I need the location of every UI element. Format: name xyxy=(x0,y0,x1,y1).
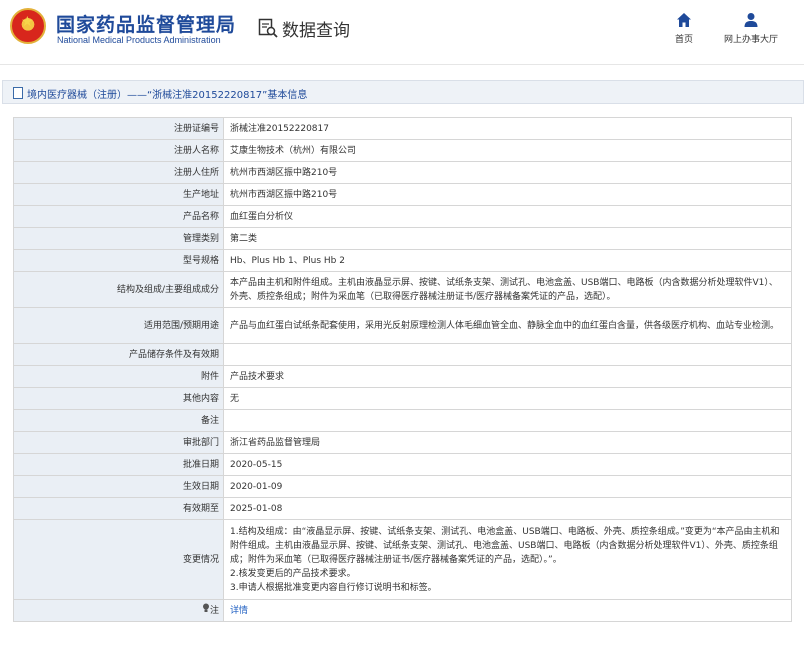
table-row: 注册证编号 浙械注准20152220817 xyxy=(13,117,792,140)
nav-home[interactable]: 首页 xyxy=(654,12,714,45)
field-value: 浙江省药品监督管理局 xyxy=(223,431,792,454)
note-value-cell: 详情 xyxy=(223,599,792,622)
table-row: 有效期至 2025-01-08 xyxy=(13,497,792,520)
field-value xyxy=(223,343,792,366)
field-label: 注册证编号 xyxy=(13,117,224,140)
field-label: 结构及组成/主要组成成分 xyxy=(13,271,224,308)
field-value: 2025-01-08 xyxy=(223,497,792,520)
field-value: 浙械注准20152220817 xyxy=(223,117,792,140)
table-row: 备注 xyxy=(13,409,792,432)
table-row: 产品储存条件及有效期 xyxy=(13,343,792,366)
table-row: 审批部门 浙江省药品监督管理局 xyxy=(13,431,792,454)
field-label: 注册人住所 xyxy=(13,161,224,184)
field-value: 产品与血红蛋白试纸条配套使用，采用光反射原理检测人体毛细血管全血、静脉全血中的血… xyxy=(223,307,792,344)
table-row: 结构及组成/主要组成成分 本产品由主机和附件组成。主机由液晶显示屏、按键、试纸条支… xyxy=(13,271,792,308)
field-value: 血红蛋白分析仪 xyxy=(223,205,792,228)
table-row: 生效日期 2020-01-09 xyxy=(13,475,792,498)
nav-online-hall[interactable]: 网上办事大厅 xyxy=(721,12,781,45)
user-icon xyxy=(743,12,759,28)
field-label: 其他内容 xyxy=(13,387,224,410)
field-label: 型号规格 xyxy=(13,249,224,272)
table-row: 其他内容无 xyxy=(13,387,792,410)
field-value: 2020-05-15 xyxy=(223,453,792,476)
record-title: 境内医疗器械（注册）——“浙械注准20152220817”基本信息 xyxy=(27,90,308,101)
document-search-icon xyxy=(258,18,278,38)
field-value: 杭州市西湖区振中路210号 xyxy=(223,183,792,206)
field-value: 产品技术要求 xyxy=(223,365,792,388)
table-row: 产品名称 血红蛋白分析仪 xyxy=(13,205,792,228)
field-value: 2020-01-09 xyxy=(223,475,792,498)
table-row: 生产地址 杭州市西湖区振中路210号 xyxy=(13,183,792,206)
table-row: 管理类别 第二类 xyxy=(13,227,792,250)
details-link[interactable]: 详情 xyxy=(230,606,248,616)
field-label: 备注 xyxy=(13,409,224,432)
field-label: 生产地址 xyxy=(13,183,224,206)
field-value: 第二类 xyxy=(223,227,792,250)
field-value: 无 xyxy=(223,387,792,410)
table-row-change: 变更情况 1.结构及组成：由“液晶显示屏、按键、试纸条支架、测试孔、电池盒盖、U… xyxy=(13,519,792,600)
data-query-heading: 数据查询 xyxy=(258,16,350,41)
table-row: 注册人名称 艾康生物技术（杭州）有限公司 xyxy=(13,139,792,162)
document-icon xyxy=(13,87,23,99)
field-label: 适用范围/预期用途 xyxy=(13,307,224,344)
site-name-en[interactable]: National Medical Products Administration xyxy=(57,35,221,45)
field-value: 艾康生物技术（杭州）有限公司 xyxy=(223,139,792,162)
table-row: 注册人住所 杭州市西湖区振中路210号 xyxy=(13,161,792,184)
table-row-note: 注 详情 xyxy=(13,599,792,622)
field-value: 杭州市西湖区振中路210号 xyxy=(223,161,792,184)
field-label: 产品储存条件及有效期 xyxy=(13,343,224,366)
field-label: 管理类别 xyxy=(13,227,224,250)
field-value: 本产品由主机和附件组成。主机由液晶显示屏、按键、试纸条支架、测试孔、电池盒盖、U… xyxy=(223,271,792,308)
change-history: 1.结构及组成：由“液晶显示屏、按键、试纸条支架、测试孔、电池盒盖、USB端口、… xyxy=(223,519,792,600)
lightbulb-icon xyxy=(202,603,210,618)
field-label: 有效期至 xyxy=(13,497,224,520)
national-emblem-logo[interactable]: ★ xyxy=(10,8,46,44)
field-label: 注册人名称 xyxy=(13,139,224,162)
home-icon xyxy=(676,12,692,28)
field-label: 产品名称 xyxy=(13,205,224,228)
field-label: 审批部门 xyxy=(13,431,224,454)
table-row: 型号规格 Hb、Plus Hb 1、Plus Hb 2 xyxy=(13,249,792,272)
data-query-label: 数据查询 xyxy=(282,20,350,41)
record-title-bar: 境内医疗器械（注册）——“浙械注准20152220817”基本信息 xyxy=(2,80,804,104)
site-name-cn[interactable]: 国家药品监督管理局 xyxy=(56,10,236,37)
star-icon: ★ xyxy=(21,14,34,30)
field-label: 批准日期 xyxy=(13,453,224,476)
nav-online-hall-label: 网上办事大厅 xyxy=(723,35,778,45)
note-label-cell: 注 xyxy=(13,599,224,622)
note-label: 注 xyxy=(209,606,219,616)
field-label: 附件 xyxy=(13,365,224,388)
table-row: 批准日期 2020-05-15 xyxy=(13,453,792,476)
nav-home-label: 首页 xyxy=(674,35,693,45)
field-value xyxy=(223,409,792,432)
table-row: 适用范围/预期用途 产品与血红蛋白试纸条配套使用，采用光反射原理检测人体毛细血管全… xyxy=(13,307,792,344)
field-value: Hb、Plus Hb 1、Plus Hb 2 xyxy=(223,249,792,272)
change-line: 1.结构及组成：由“液晶显示屏、按键、试纸条支架、测试孔、电池盒盖、USB端口、… xyxy=(230,526,780,565)
table-row: 附件 产品技术要求 xyxy=(13,365,792,388)
detail-table: 注册证编号 浙械注准20152220817 注册人名称 艾康生物技术（杭州）有限公司… xyxy=(13,117,792,622)
change-line: 2.核发变更后的产品技术要求。 xyxy=(230,568,356,579)
change-line: 3.申请人根据批准变更内容自行修订说明书和标签。 xyxy=(230,582,437,593)
field-label: 生效日期 xyxy=(13,475,224,498)
field-label: 变更情况 xyxy=(13,519,224,600)
site-header: ★ 国家药品监督管理局 National Medical Products Ad… xyxy=(0,0,804,65)
